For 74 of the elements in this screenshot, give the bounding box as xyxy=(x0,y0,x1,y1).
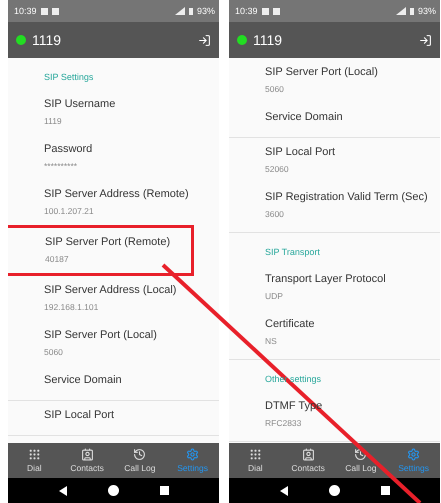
dialpad-icon xyxy=(28,448,41,461)
setting-item[interactable]: Password ********** xyxy=(8,135,219,180)
section-header: SIP Settings xyxy=(43,71,94,84)
setting-label: SIP Server Address (Local) xyxy=(44,283,178,298)
recents-icon[interactable] xyxy=(160,486,168,495)
contact-card-icon xyxy=(302,448,315,461)
setting-value: NS xyxy=(265,335,278,347)
setting-label: SIP Server Port (Remote) xyxy=(45,235,172,250)
setting-item[interactable]: Service Domain xyxy=(8,366,219,396)
setting-value: 5060 xyxy=(44,346,64,358)
contact-card-icon xyxy=(80,448,94,461)
setting-label: SIP Server Address (Remote) xyxy=(44,187,190,202)
dialpad-icon xyxy=(248,448,262,461)
nav-tab[interactable]: Dial xyxy=(8,443,61,478)
battery-icon xyxy=(410,8,414,14)
setting-item[interactable]: SIP Local Port xyxy=(8,401,219,431)
setting-item[interactable]: SIP Server Address (Remote) 100.1.207.21 xyxy=(8,180,219,225)
setting-value: 5060 xyxy=(265,83,285,95)
battery-level: 93% xyxy=(418,6,436,16)
setting-item[interactable]: SIP Server Port (Local) 5060 xyxy=(8,321,219,366)
setting-item[interactable]: Service Domain xyxy=(229,103,440,133)
setting-item[interactable]: SIP Local Port 52060 xyxy=(229,138,440,183)
status-time: 10:39 xyxy=(235,6,258,16)
account-title: 1119 xyxy=(32,32,62,48)
setting-label: Service Domain xyxy=(265,110,344,125)
setting-label: Password xyxy=(44,142,94,157)
setting-item[interactable]: SIP Server Port (Local) 5060 xyxy=(229,58,440,103)
settings-icon xyxy=(407,448,420,461)
setting-item[interactable]: SIP Username 1119 xyxy=(8,90,219,135)
setting-label: SIP Username xyxy=(44,97,116,112)
back-icon[interactable] xyxy=(280,486,288,496)
logout-icon[interactable] xyxy=(198,34,211,46)
setting-value: 1119 xyxy=(44,115,63,127)
status-time: 10:39 xyxy=(14,6,37,16)
setting-label: Transport Layer Protocol xyxy=(265,272,387,287)
setting-item[interactable]: Certificate NS xyxy=(229,310,440,355)
setting-label: SIP Server Port (Local) xyxy=(44,328,158,343)
nav-tab[interactable]: Call Log xyxy=(334,443,388,478)
setting-value: RFC2833 xyxy=(265,417,302,429)
setting-value: 3600 xyxy=(265,208,285,220)
highlight-frame[interactable]: SIP Server Port (Remote) 40187 xyxy=(8,225,194,276)
signal-icon xyxy=(396,7,406,15)
nav-tab[interactable]: Call Log xyxy=(114,443,166,478)
battery-icon xyxy=(188,8,193,14)
logout-icon[interactable] xyxy=(419,34,432,46)
history-icon xyxy=(133,448,146,461)
signal-icon xyxy=(174,7,185,15)
recents-icon[interactable] xyxy=(380,486,390,495)
account-title: 1119 xyxy=(253,32,282,48)
nav-tab[interactable]: Dial xyxy=(229,443,282,478)
setting-label: SIP Local Port xyxy=(44,408,116,423)
setting-label: SIP Local Port xyxy=(265,145,336,160)
setting-item[interactable]: SIP Registration Valid Term (Sec) 3600 xyxy=(229,183,440,228)
home-icon[interactable] xyxy=(328,485,340,496)
home-icon[interactable] xyxy=(108,485,118,496)
setting-value: 40187 xyxy=(45,253,70,265)
nav-tab[interactable]: Contacts xyxy=(60,443,114,478)
history-icon xyxy=(354,448,368,461)
setting-label: Service Domain xyxy=(44,373,123,388)
setting-label: Certificate xyxy=(265,317,316,332)
section-header: SIP Transport xyxy=(264,246,321,259)
setting-label: SIP Registration Valid Term (Sec) xyxy=(265,190,429,205)
setting-value: 192.168.1.101 xyxy=(44,301,100,313)
setting-item[interactable]: SIP Server Address (Local) 192.168.1.101 xyxy=(8,276,219,321)
setting-label: SIP Server Port (Local) xyxy=(265,65,379,80)
back-icon[interactable] xyxy=(58,486,66,496)
battery-level: 93% xyxy=(196,6,215,16)
nav-tab[interactable]: Contacts xyxy=(282,443,334,478)
setting-value: UDP xyxy=(265,290,284,302)
setting-item[interactable]: Transport Layer Protocol UDP xyxy=(229,265,440,310)
settings-icon xyxy=(186,448,200,461)
setting-value: 52060 xyxy=(265,163,290,175)
setting-value: 100.1.207.21 xyxy=(44,205,95,217)
setting-value: ********** xyxy=(44,160,78,172)
